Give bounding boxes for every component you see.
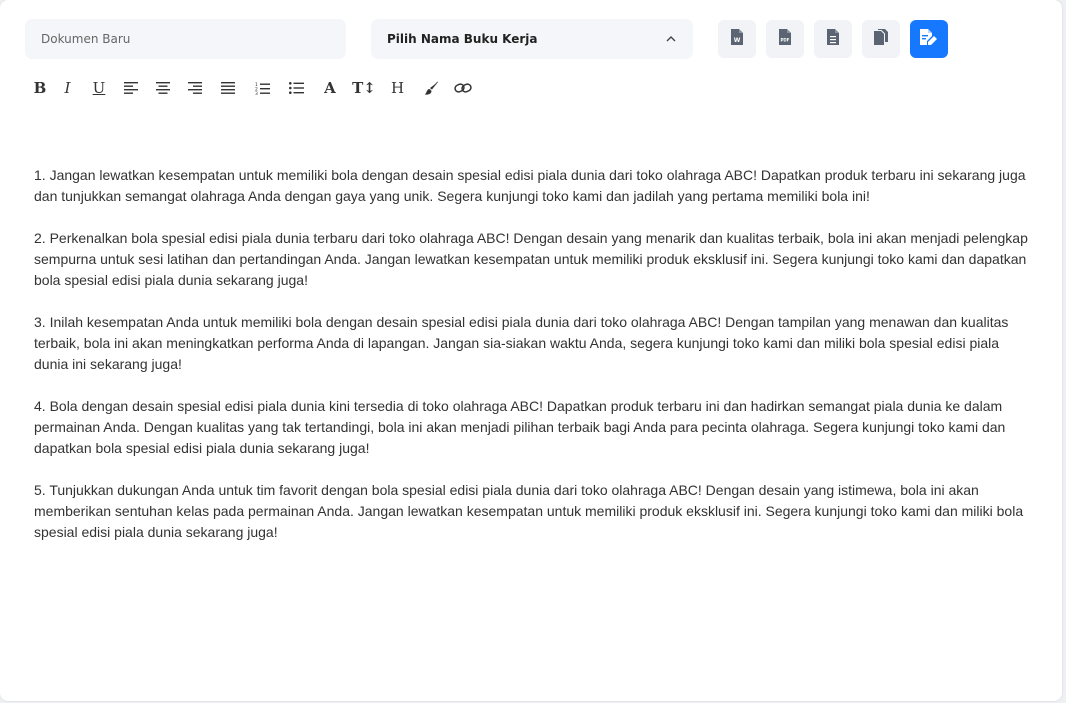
paragraph: 5. Tunjukkan dukungan Anda untuk tim fav… — [34, 482, 1024, 540]
ordered-list-button[interactable]: 1 2 3 — [245, 76, 279, 100]
align-left-button[interactable] — [115, 76, 147, 100]
ordered-list-icon: 1 2 3 — [255, 82, 270, 95]
link-icon — [454, 82, 472, 94]
word-badge: W — [734, 37, 741, 44]
workbook-select[interactable]: Pilih Nama Buku Kerja — [371, 19, 693, 59]
underline-icon: U — [92, 79, 106, 97]
paragraph: 1. Jangan lewatkan kesempatan untuk memi… — [34, 167, 1026, 204]
unordered-list-icon — [288, 82, 304, 94]
heading-icon: H — [390, 79, 405, 97]
export-pdf-button[interactable]: PDF — [766, 20, 804, 58]
align-center-icon — [156, 82, 170, 94]
font-size-button[interactable]: T↕ — [347, 76, 381, 100]
align-left-icon — [124, 82, 138, 94]
pdf-file-icon: PDF — [778, 28, 792, 51]
align-right-button[interactable] — [179, 76, 211, 100]
copy-icon — [873, 28, 889, 51]
align-justify-button[interactable] — [211, 76, 245, 100]
paragraph: 4. Bola dengan desain spesial edisi pial… — [34, 398, 1006, 456]
chevron-up-icon — [665, 35, 677, 43]
export-actions: W PDF — [718, 20, 948, 58]
document-name-input[interactable] — [25, 19, 346, 59]
italic-button[interactable]: I — [52, 76, 83, 100]
unordered-list-button[interactable] — [279, 76, 313, 100]
font-color-button[interactable]: A — [313, 76, 347, 100]
underline-button[interactable]: U — [83, 76, 115, 100]
top-bar: Pilih Nama Buku Kerja W — [25, 19, 948, 59]
export-word-button[interactable]: W — [718, 20, 756, 58]
font-color-icon: A — [324, 79, 336, 97]
save-edit-icon — [919, 28, 939, 51]
formatting-toolbar: B I U 1 2 3 A T↕ H — [28, 76, 478, 100]
italic-icon: I — [64, 79, 71, 97]
export-text-button[interactable] — [814, 20, 852, 58]
editor-content[interactable]: 1. Jangan lewatkan kesempatan untuk memi… — [34, 165, 1030, 564]
word-file-icon: W — [730, 28, 744, 51]
brush-icon — [424, 81, 439, 96]
svg-text:3: 3 — [255, 91, 258, 95]
font-size-icon: T↕ — [352, 79, 376, 97]
editor-card: Pilih Nama Buku Kerja W — [0, 0, 1062, 701]
align-justify-icon — [221, 82, 235, 94]
link-button[interactable] — [448, 76, 478, 100]
align-right-icon — [188, 82, 202, 94]
heading-button[interactable]: H — [381, 76, 414, 100]
pdf-badge: PDF — [781, 37, 790, 42]
paragraph: 3. Inilah kesempatan Anda untuk memiliki… — [34, 314, 1009, 372]
brush-button[interactable] — [414, 76, 448, 100]
paragraph: 2. Perkenalkan bola spesial edisi piala … — [34, 230, 1028, 288]
copy-button[interactable] — [862, 20, 900, 58]
bold-icon: B — [33, 79, 47, 97]
bold-button[interactable]: B — [28, 76, 52, 100]
save-button[interactable] — [910, 20, 948, 58]
text-file-icon — [826, 28, 840, 51]
workbook-select-label: Pilih Nama Buku Kerja — [387, 32, 538, 46]
align-center-button[interactable] — [147, 76, 179, 100]
